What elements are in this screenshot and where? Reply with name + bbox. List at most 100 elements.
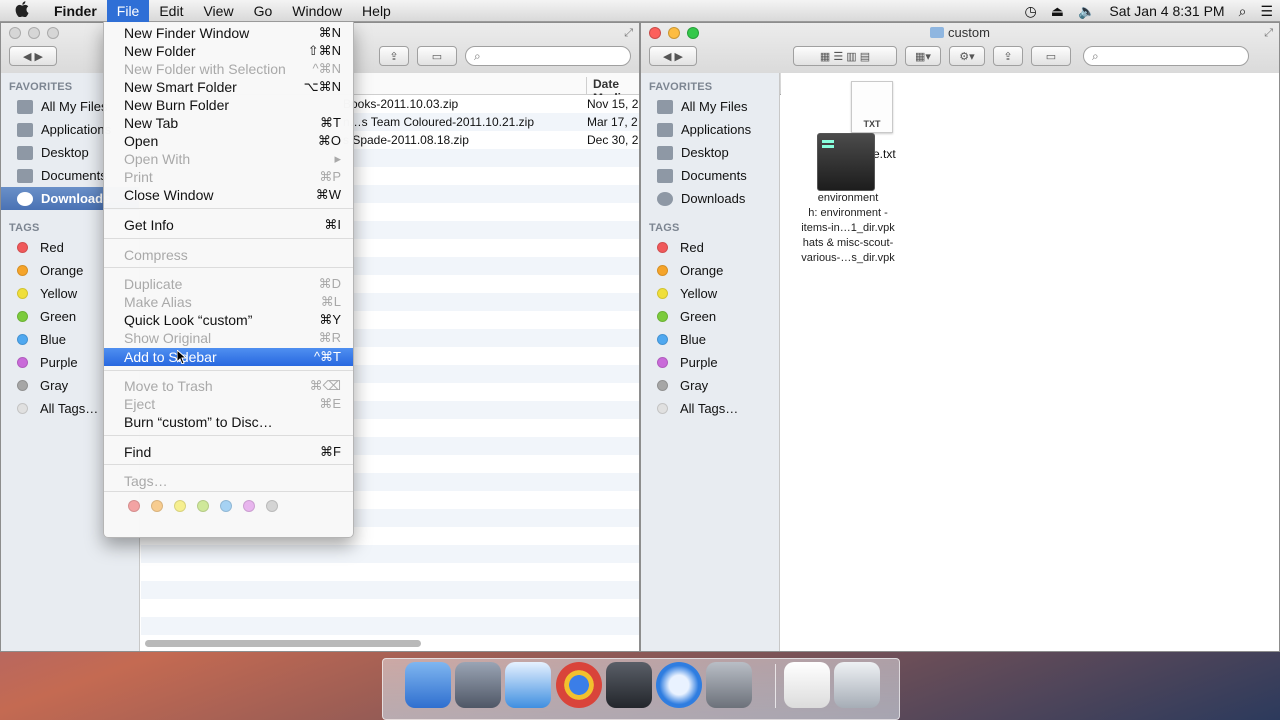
sidebar-tag-item[interactable]: Gray xyxy=(641,374,779,397)
search-input[interactable]: ⌕ xyxy=(465,46,631,66)
menu-item[interactable]: Open ⌘O xyxy=(104,132,353,150)
action-gear-button[interactable]: ⚙▾ xyxy=(949,46,985,66)
system-preferences-icon[interactable] xyxy=(706,662,752,708)
menu-view[interactable]: View xyxy=(193,0,243,22)
menu-item[interactable]: Add to Sidebar ^⌘T xyxy=(104,348,353,366)
tag-color-button[interactable] xyxy=(243,500,255,512)
menu-item-label: New Tab xyxy=(124,115,179,131)
sidebar-tag-label: Gray xyxy=(40,378,69,393)
tag-color-dot-icon xyxy=(17,334,28,345)
menu-item-shortcut: ⌘F xyxy=(320,444,341,459)
tag-color-button[interactable] xyxy=(220,500,232,512)
menu-edit[interactable]: Edit xyxy=(149,0,193,22)
menu-item-label: Open xyxy=(124,133,159,149)
back-forward-buttons[interactable]: ◀ ▶ xyxy=(9,46,57,66)
quicktime-icon[interactable] xyxy=(656,662,702,708)
spotlight-search-icon[interactable]: ⌕ xyxy=(1232,3,1254,20)
safari-icon[interactable] xyxy=(505,662,551,708)
tag-color-button[interactable] xyxy=(266,500,278,512)
menu-item-shortcut: ⌥⌘N xyxy=(303,79,341,94)
arrange-button[interactable]: ▦▾ xyxy=(905,46,941,66)
finder-icon[interactable] xyxy=(405,662,451,708)
menu-go[interactable]: Go xyxy=(244,0,283,22)
horizontal-scrollbar[interactable] xyxy=(145,640,421,647)
text-file-icon[interactable]: TXT xyxy=(851,81,893,133)
menu-item-label: Get Info xyxy=(124,217,174,233)
share-button[interactable]: ⇪ xyxy=(993,46,1023,66)
eject-icon[interactable]: ⏏ xyxy=(1044,3,1071,20)
notification-center-icon[interactable]: ☰ xyxy=(1253,3,1280,20)
tag-color-button[interactable] xyxy=(128,500,140,512)
menu-item: Show Original ⌘R xyxy=(104,329,353,347)
menu-separator xyxy=(104,238,353,239)
tag-color-button[interactable] xyxy=(151,500,163,512)
menu-item-label: Show Original xyxy=(124,330,212,346)
launchpad-icon[interactable] xyxy=(455,662,501,708)
menu-item[interactable]: New Tab ⌘T xyxy=(104,114,353,132)
zip-archive-icon[interactable] xyxy=(784,662,830,708)
menu-item: Duplicate ⌘D xyxy=(104,275,353,293)
menu-separator xyxy=(104,208,353,209)
tag-color-button[interactable] xyxy=(197,500,209,512)
sidebar-tag-label: Blue xyxy=(40,332,67,347)
menu-finder[interactable]: Finder xyxy=(44,0,107,22)
menu-item[interactable]: Burn “custom” to Disc… xyxy=(104,413,353,431)
menu-item-label: Find xyxy=(124,444,152,460)
sidebar-tag-label: Gray xyxy=(680,378,709,393)
sidebar-tag-label: Yellow xyxy=(40,286,78,301)
sidebar-item-downloads[interactable]: Downloads xyxy=(641,187,779,210)
menu-item-shortcut: ^⌘T xyxy=(313,349,341,364)
menu-item[interactable]: New Smart Folder ⌥⌘N xyxy=(104,78,353,96)
sidebar-tag-item[interactable]: Purple xyxy=(641,351,779,374)
sidebar-tag-item[interactable]: Red xyxy=(641,236,779,259)
sidebar: FAVORITES All My Files Applications Desk… xyxy=(641,73,780,651)
trash-icon[interactable] xyxy=(834,662,880,708)
tag-color-dot-icon xyxy=(17,380,28,391)
apple-menu-icon[interactable] xyxy=(0,0,44,21)
menu-item-shortcut: ⌘Y xyxy=(319,312,341,327)
text-file-label[interactable]: e.txt xyxy=(873,147,896,161)
menu-item[interactable]: Get Info ⌘I xyxy=(104,216,353,234)
clock[interactable]: Sat Jan 4 8:31 PM xyxy=(1102,3,1231,19)
chrome-icon[interactable] xyxy=(556,662,602,708)
sidebar-tag-label: Yellow xyxy=(680,286,718,301)
steam-icon[interactable] xyxy=(606,662,652,708)
menu-help[interactable]: Help xyxy=(352,0,401,22)
view-mode-buttons[interactable]: ▦ ☰ ▥ ▤ xyxy=(793,46,897,66)
sidebar-tag-item[interactable]: Green xyxy=(641,305,779,328)
share-button[interactable]: ⇪ xyxy=(379,46,409,66)
menu-item[interactable]: Find ⌘F xyxy=(104,443,353,461)
close-button[interactable] xyxy=(9,27,21,39)
search-input[interactable]: ⌕ xyxy=(1083,46,1249,66)
zoom-button[interactable] xyxy=(47,27,59,39)
sidebar-item-desktop[interactable]: Desktop xyxy=(641,141,779,164)
menu-item[interactable]: New Folder ⇧⌘N xyxy=(104,42,353,60)
fullscreen-icon[interactable]: ⤢ xyxy=(624,27,633,40)
sidebar-tag-item[interactable]: Blue xyxy=(641,328,779,351)
menu-separator xyxy=(104,267,353,268)
tag-color-button[interactable] xyxy=(174,500,186,512)
minimize-button[interactable] xyxy=(28,27,40,39)
fullscreen-icon[interactable]: ⤢ xyxy=(1264,27,1273,40)
menu-item[interactable]: Quick Look “custom” ⌘Y xyxy=(104,311,353,329)
menu-item[interactable]: New Burn Folder xyxy=(104,96,353,114)
sidebar-tag-item[interactable]: Yellow xyxy=(641,282,779,305)
volume-icon[interactable]: 🔈 xyxy=(1071,3,1102,20)
sidebar-item-applications[interactable]: Applications xyxy=(641,118,779,141)
sidebar-item-documents[interactable]: Documents xyxy=(641,164,779,187)
back-forward-buttons[interactable]: ◀ ▶ xyxy=(649,46,697,66)
vpk-file-label[interactable]: environment h: environment - items-in…1_… xyxy=(793,191,903,266)
menu-file[interactable]: File xyxy=(106,0,150,22)
time-machine-icon[interactable]: ◷ xyxy=(1018,3,1044,20)
sidebar-tag-item[interactable]: Orange xyxy=(641,259,779,282)
menu-item[interactable]: Close Window ⌘W xyxy=(104,186,353,204)
tags-button[interactable]: ▭ xyxy=(417,46,457,66)
sidebar-item-all-my-files[interactable]: All My Files xyxy=(641,95,779,118)
sidebar-tag-item[interactable]: All Tags… xyxy=(641,397,779,420)
menu-item[interactable]: New Finder Window ⌘N xyxy=(104,24,353,42)
menu-item-shortcut: ⌘L xyxy=(320,294,341,309)
tag-color-dot-icon xyxy=(17,265,28,276)
menu-window[interactable]: Window xyxy=(282,0,352,22)
vpk-file-icon[interactable] xyxy=(817,133,875,191)
tags-button[interactable]: ▭ xyxy=(1031,46,1071,66)
